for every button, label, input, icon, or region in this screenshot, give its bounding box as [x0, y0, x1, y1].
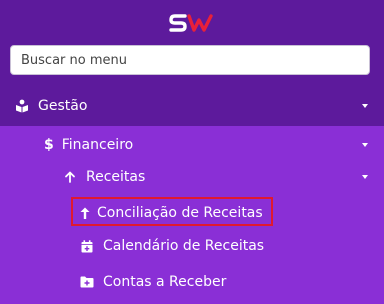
menu-item-conciliacao-de-receitas[interactable]: Conciliação de Receitas [0, 199, 384, 227]
caret-down-icon[interactable] [362, 175, 368, 179]
arrow-up-icon [79, 205, 91, 221]
dollar-icon: $ [44, 137, 54, 153]
brand-logo[interactable] [0, 8, 384, 38]
menu-item-label: Receitas [86, 169, 146, 185]
menu-item-contas-a-receber[interactable]: Contas a Receber [0, 268, 384, 296]
calendar-plus-icon [79, 238, 95, 254]
menu-item-calendario-de-receitas[interactable]: Calendário de Receitas [0, 232, 384, 260]
arrow-up-icon [62, 169, 78, 185]
sw-logo-icon [169, 14, 213, 32]
menu-item-label: Calendário de Receitas [103, 238, 265, 254]
folder-plus-icon [79, 274, 95, 290]
caret-down-icon[interactable] [362, 104, 368, 108]
menu-item-label: Contas a Receber [103, 274, 227, 290]
menu-item-label: Gestão [38, 98, 88, 114]
menu-item-financeiro[interactable]: $ Financeiro [0, 131, 384, 159]
menu-item-receitas[interactable]: Receitas [0, 163, 384, 191]
menu-item-label: Financeiro [61, 137, 134, 153]
search-input[interactable] [10, 45, 370, 75]
menu-item-label: Conciliação de Receitas [97, 205, 263, 221]
book-reader-icon [14, 98, 30, 114]
menu-item-gestao[interactable]: Gestão [0, 92, 384, 120]
caret-down-icon[interactable] [362, 143, 368, 147]
